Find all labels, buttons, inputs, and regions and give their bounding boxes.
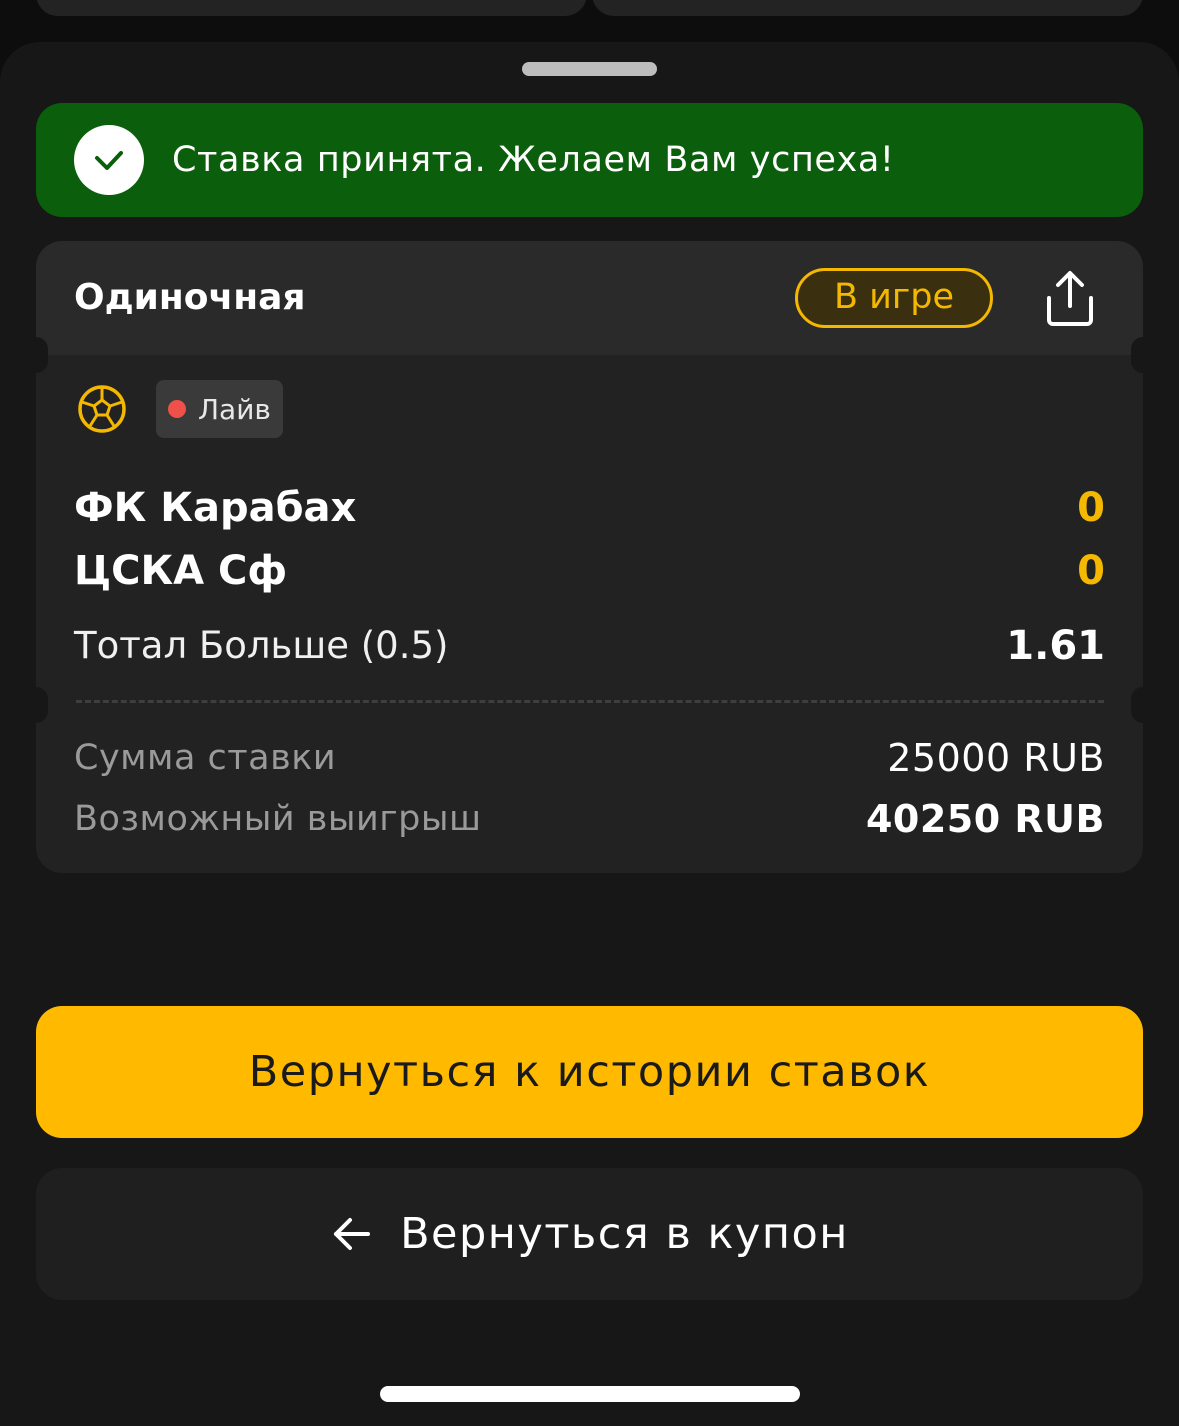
home-team-name: ФК Карабах xyxy=(74,485,357,531)
card-notch-left-top xyxy=(24,337,48,373)
live-dot-icon xyxy=(168,400,186,418)
odds-value: 1.61 xyxy=(1006,623,1105,669)
success-message: Ставка принята. Желаем Вам успеха! xyxy=(172,140,895,180)
card-divider xyxy=(76,700,1104,703)
success-banner: Ставка принята. Желаем Вам успеха! xyxy=(36,103,1143,217)
market-label: Тотал Больше (0.5) xyxy=(74,624,449,667)
stake-value: 25000 RUB xyxy=(887,736,1105,780)
back-to-coupon-button[interactable]: Вернуться в купон xyxy=(36,1168,1143,1300)
background-tile-left xyxy=(36,0,587,16)
card-notch-right-bottom xyxy=(1131,687,1155,723)
home-team-score: 0 xyxy=(1077,485,1105,531)
soccer-ball-icon xyxy=(76,383,128,435)
away-team-score: 0 xyxy=(1077,548,1105,594)
bet-type-label: Одиночная xyxy=(74,277,306,318)
check-icon xyxy=(74,125,144,195)
potential-win-label: Возможный выигрыш xyxy=(74,799,482,839)
background-tile-right xyxy=(592,0,1143,16)
bet-card: Одиночная В игре Лайв ФК Карабах 0 ЦСКА … xyxy=(24,241,1155,873)
sheet-grabber[interactable] xyxy=(522,62,657,76)
status-badge: В игре xyxy=(795,268,993,328)
arrow-left-icon xyxy=(330,1214,374,1254)
bet-card-header: Одиночная В игре xyxy=(36,241,1143,355)
home-indicator[interactable] xyxy=(380,1386,800,1402)
card-notch-left-bottom xyxy=(24,687,48,723)
live-label: Лайв xyxy=(198,393,271,426)
back-to-history-button[interactable]: Вернуться к истории ставок xyxy=(36,1006,1143,1138)
potential-win-value: 40250 RUB xyxy=(865,797,1105,841)
live-badge: Лайв xyxy=(156,380,283,438)
back-to-history-label: Вернуться к истории ставок xyxy=(248,1047,931,1097)
bet-card-footer xyxy=(36,705,1143,873)
back-to-coupon-label: Вернуться в купон xyxy=(400,1209,849,1259)
stake-label: Сумма ставки xyxy=(74,738,337,778)
card-notch-right-top xyxy=(1131,337,1155,373)
away-team-name: ЦСКА Сф xyxy=(74,548,288,594)
share-icon[interactable] xyxy=(1037,265,1103,331)
